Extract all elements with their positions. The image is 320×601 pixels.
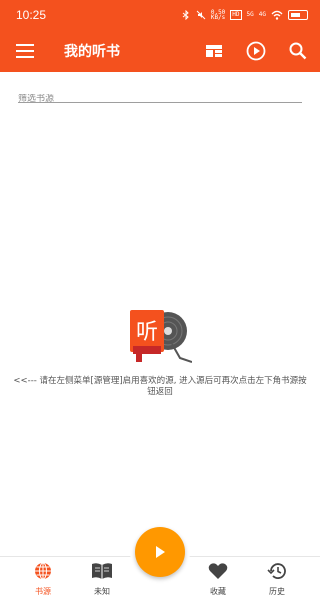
empty-state-message: <<--- 请在左侧菜单[源管理]启用喜欢的源, 进入源后可再次点击左下角书源按…	[13, 376, 307, 397]
player-button[interactable]	[243, 38, 269, 64]
status-icons: 0.50 KB/s HD 5G 4G	[181, 9, 308, 21]
filter-field	[18, 86, 302, 104]
layout-icon	[206, 45, 222, 57]
menu-button[interactable]	[12, 38, 38, 64]
nav-label-history: 历史	[269, 587, 285, 596]
status-bar: 10:25 0.50 KB/s HD 5G 4G	[0, 0, 320, 30]
app-bar: 我的听书	[0, 30, 320, 72]
network-speed: 0.50 KB/s	[210, 9, 226, 21]
badge-char: 听	[136, 320, 158, 345]
5g-signal: 5G	[246, 11, 254, 18]
menu-icon	[16, 44, 34, 58]
history-icon	[267, 563, 286, 579]
play-circle-icon	[246, 41, 266, 61]
globe-icon	[35, 562, 51, 580]
play-icon	[156, 546, 165, 558]
nav-item-favorites[interactable]: 收藏	[193, 562, 243, 598]
empty-state-illustration: 听	[130, 310, 192, 363]
play-fab-button[interactable]	[135, 527, 185, 577]
nav-item-unknown[interactable]: 未知	[77, 562, 127, 598]
nav-item-history[interactable]: 历史	[252, 562, 302, 598]
search-icon	[289, 42, 307, 60]
nav-label-sources: 书源	[35, 587, 51, 596]
nav-item-sources[interactable]: 书源	[18, 562, 68, 598]
hd-badge: HD	[230, 10, 242, 20]
layout-button[interactable]	[201, 38, 227, 64]
heart-icon	[208, 563, 228, 579]
book-badge-icon: 听	[130, 310, 164, 362]
mute-icon	[196, 10, 206, 20]
4g-signal: 4G	[258, 11, 266, 18]
book-icon	[92, 563, 112, 579]
wifi-icon	[271, 10, 283, 20]
page-title: 我的听书	[64, 44, 120, 60]
nav-label-favorites: 收藏	[210, 587, 226, 596]
status-time: 10:25	[16, 8, 47, 22]
search-button[interactable]	[285, 38, 311, 64]
nav-label-unknown: 未知	[94, 587, 110, 596]
bluetooth-icon	[182, 10, 189, 20]
battery-icon	[288, 10, 308, 20]
filter-input[interactable]	[18, 94, 302, 104]
fab-container	[130, 522, 190, 582]
